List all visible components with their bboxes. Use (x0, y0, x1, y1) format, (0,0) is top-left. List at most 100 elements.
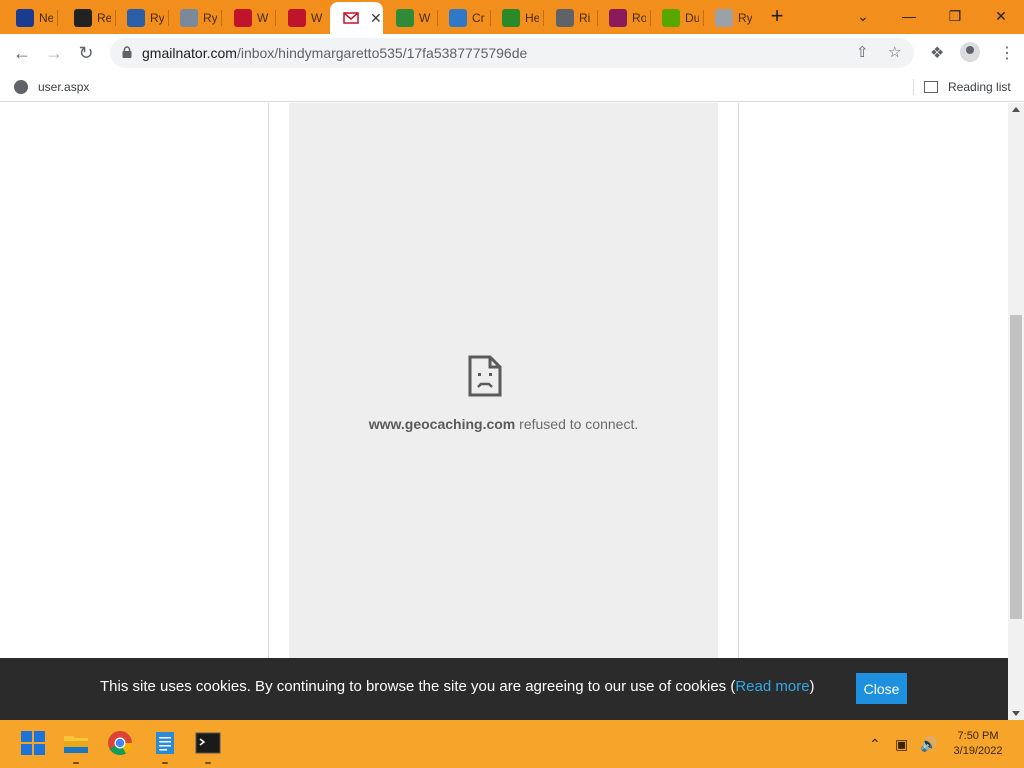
extensions-icon[interactable]: ❖ (930, 43, 944, 63)
building-icon (127, 9, 145, 27)
tab-title: W (419, 11, 431, 25)
file-explorer-icon[interactable] (63, 730, 89, 756)
cookie-text-before: This site uses cookies. By continuing to… (100, 678, 736, 695)
tab-title: W (311, 11, 323, 25)
terminal-icon[interactable] (195, 730, 221, 756)
new-tab-button[interactable]: + (766, 5, 788, 28)
lock-icon[interactable] (122, 46, 132, 58)
browser-tab[interactable]: W (384, 4, 437, 32)
close-window-button[interactable]: ✕ (983, 4, 1019, 28)
error-message: www.geocaching.com refused to connect. (289, 416, 718, 432)
browser-toolbar: ← → ↻ gmailnator.com/inbox/hindymargaret… (0, 34, 1024, 72)
bookmarks-bar: user.aspx Reading list (0, 72, 1024, 102)
tab-title: Cr (472, 11, 485, 25)
menu-icon[interactable]: ⋮ (999, 43, 1015, 63)
notepad-icon[interactable] (152, 730, 178, 756)
mail-icon (343, 12, 359, 24)
browser-tab[interactable]: Ry (168, 4, 221, 32)
restore-button[interactable]: ❐ (937, 4, 973, 28)
active-browser-tab[interactable]: ✕ (330, 2, 383, 34)
cookie-text: This site uses cookies. By continuing to… (100, 678, 815, 695)
bookmark-star-icon[interactable]: ☆ (888, 43, 901, 61)
leaf-icon (502, 9, 520, 27)
scroll-up-icon[interactable] (1012, 107, 1020, 112)
address-bar[interactable]: gmailnator.com/inbox/hindymargaretto535/… (110, 38, 914, 68)
running-indicator (205, 762, 211, 764)
puzzle-icon (449, 9, 467, 27)
w-red-icon (234, 9, 252, 27)
back-button[interactable]: ← (9, 40, 35, 66)
profile-avatar[interactable] (960, 42, 980, 62)
tab-title: Ry (203, 11, 217, 25)
windows-start-icon[interactable] (20, 730, 46, 756)
tab-title: Ri (579, 11, 591, 25)
w-white-icon (715, 9, 733, 27)
reload-button[interactable]: ↻ (73, 40, 99, 66)
page-content: www.geocaching.com refused to connect. (0, 103, 1008, 720)
scrollbar-thumb[interactable] (1010, 315, 1022, 619)
tab-title: Re (97, 11, 111, 25)
system-clock[interactable]: 7:50 PM 3/19/2022 (944, 729, 1012, 759)
person-icon (966, 46, 974, 54)
tab-title: He (525, 11, 539, 25)
column-divider (738, 103, 739, 720)
browser-tab[interactable]: Re (62, 4, 115, 32)
url-text[interactable]: gmailnator.com/inbox/hindymargaretto535/… (142, 45, 527, 61)
read-more-link[interactable]: Read more (735, 678, 809, 695)
column-divider (268, 103, 269, 720)
mask-icon (609, 9, 627, 27)
globe-icon (556, 9, 574, 27)
browser-tab[interactable]: Ry (115, 4, 168, 32)
tab-title: Ne (39, 11, 53, 25)
owl-icon (662, 9, 680, 27)
volume-icon[interactable]: 🔊 (920, 736, 937, 753)
browser-tab[interactable]: Cr (437, 4, 490, 32)
tray-chevron-icon[interactable]: ⌃ (869, 736, 881, 753)
browser-tab[interactable]: Ri (544, 4, 597, 32)
error-text: refused to connect. (515, 416, 639, 432)
wrench-icon (180, 9, 198, 27)
cookie-close-button[interactable]: Close (856, 673, 907, 704)
cookie-banner: This site uses cookies. By continuing to… (0, 658, 1008, 720)
reading-list-button[interactable]: Reading list (924, 77, 1011, 97)
share-icon[interactable]: ⇧ (856, 43, 869, 61)
tab-title: Du (685, 11, 699, 25)
browser-tab[interactable]: Du (650, 4, 703, 32)
browser-tab[interactable]: He (490, 4, 543, 32)
url-path: /inbox/hindymargaretto535/17fa5387775796… (236, 45, 528, 61)
tab-separator (57, 10, 58, 26)
scroll-down-icon[interactable] (1012, 711, 1020, 716)
url-domain: gmailnator.com (142, 45, 237, 61)
tab-title: Ro (632, 11, 646, 25)
tab-title: Ry (738, 11, 752, 25)
network-icon[interactable]: ▣ (895, 736, 908, 753)
browser-tab[interactable]: W (276, 4, 329, 32)
globe-icon (14, 80, 28, 94)
tab-title: Ry (150, 11, 164, 25)
tab-strip: Ne Re Ry Ry W W ✕ W Cr He Ri Ro Du Ry + ⌄ — ❐ ✕ (0, 0, 1024, 34)
error-host: www.geocaching.com (368, 416, 516, 432)
cookie-text-after: ) (809, 678, 815, 695)
bookmark-item[interactable]: user.aspx (14, 77, 89, 97)
browser-tab[interactable]: Ry (703, 4, 756, 32)
tab-title: W (257, 11, 269, 25)
chrome-icon[interactable] (107, 730, 133, 756)
minimize-button[interactable]: — (891, 4, 927, 28)
reading-list-label: Reading list (948, 80, 1011, 94)
browser-tab[interactable]: Ne (4, 4, 57, 32)
clock-time: 7:50 PM (957, 730, 999, 742)
paw-icon (74, 9, 92, 27)
running-indicator (162, 762, 168, 764)
grid-icon (396, 9, 414, 27)
browser-tab[interactable]: Ro (597, 4, 650, 32)
bookmark-label: user.aspx (38, 80, 90, 94)
windows-taskbar: ⌃ ▣ 🔊 7:50 PM 3/19/2022 (0, 720, 1024, 768)
sad-page-icon (468, 355, 502, 397)
browser-tab[interactable]: W (222, 4, 275, 32)
page-scrollbar[interactable] (1008, 103, 1024, 720)
tab-search-icon[interactable]: ⌄ (845, 4, 881, 28)
running-indicator (73, 762, 79, 764)
close-tab-icon[interactable]: ✕ (370, 10, 382, 27)
forward-button[interactable]: → (41, 40, 67, 66)
v-logo-icon (16, 9, 34, 27)
